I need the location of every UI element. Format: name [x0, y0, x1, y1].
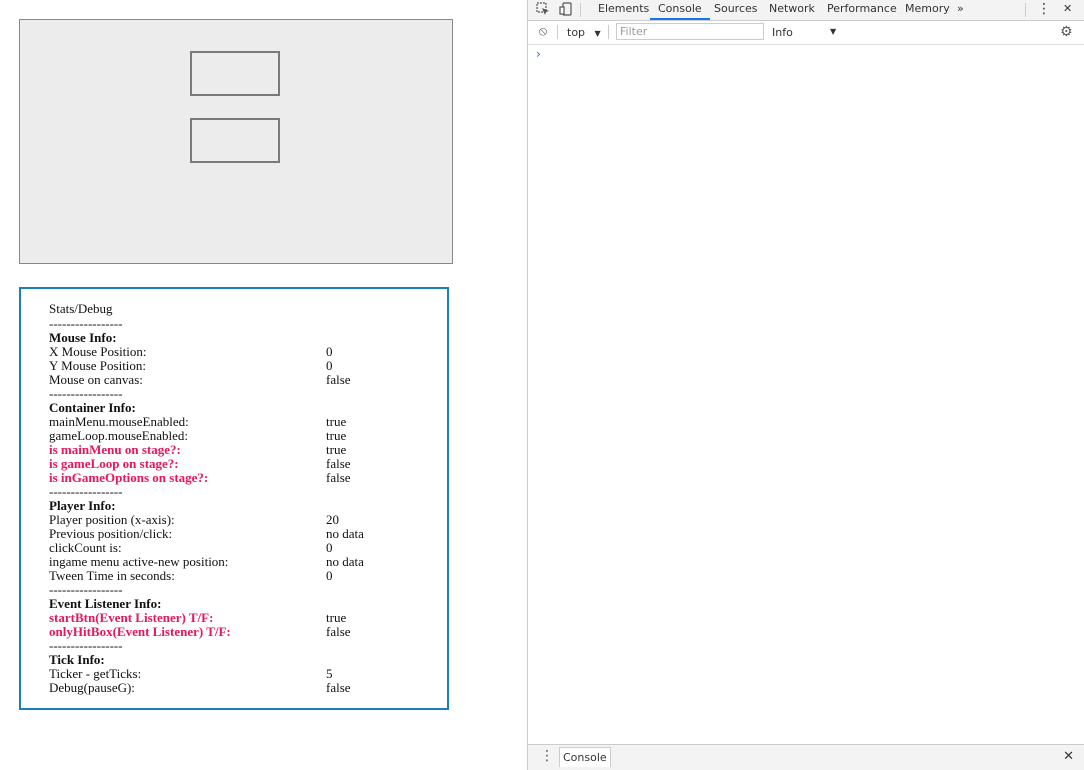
stat-row: mainMenu.mouseEnabled: true [49, 415, 439, 429]
stat-label: clickCount is: [49, 540, 122, 555]
tab-performance[interactable]: Performance [819, 0, 905, 20]
stat-label: X Mouse Position: [49, 344, 147, 359]
separator-line: ----------------- [49, 386, 123, 401]
stat-value: true [326, 610, 347, 625]
stat-label: gameLoop.mouseEnabled: [49, 428, 188, 443]
menu-button-2[interactable] [190, 118, 280, 163]
drawer-tab-console[interactable]: Console [559, 747, 611, 767]
stat-row: Debug(pauseG): false [49, 681, 439, 695]
stat-row: Ticker - getTicks: 5 [49, 667, 439, 681]
stat-row: Mouse on canvas: false [49, 373, 439, 387]
console-filter-input[interactable] [616, 23, 764, 40]
section-heading: Tick Info: [49, 652, 105, 667]
stat-value: false [326, 456, 351, 471]
stat-row: Previous position/click: no data [49, 527, 439, 541]
more-tabs-button[interactable]: » [954, 0, 967, 20]
toolbar-divider [608, 25, 609, 39]
stat-value: no data [326, 526, 364, 541]
tab-elements[interactable]: Elements [590, 0, 657, 20]
stat-row: startBtn(Event Listener) T/F: true [49, 611, 439, 625]
stat-row: is gameLoop on stage?: false [49, 457, 439, 471]
separator-line: ----------------- [49, 582, 123, 597]
stat-value: true [326, 442, 347, 457]
tab-console[interactable]: Console [650, 0, 710, 20]
stat-label: Mouse on canvas: [49, 372, 143, 387]
stat-label: Player position (x-axis): [49, 512, 175, 527]
devtools-tabbar: Elements Console Sources Network Performance… [528, 0, 1084, 21]
tab-sources[interactable]: Sources [706, 0, 766, 20]
stat-label: is inGameOptions on stage?: [49, 470, 209, 485]
console-toolbar: ⦸ top ▼ Info ▼ ⚙ [528, 21, 1084, 45]
stat-label: onlyHitBox(Event Listener) T/F: [49, 624, 231, 639]
context-selector[interactable]: top ▼ [567, 26, 601, 39]
stat-label: mainMenu.mouseEnabled: [49, 414, 189, 429]
stat-row: clickCount is: 0 [49, 541, 439, 555]
stat-label: Y Mouse Position: [49, 358, 147, 373]
stat-value: 0 [326, 358, 333, 373]
devtools-drawer: ⋮ Console ✕ [528, 744, 1084, 770]
stat-value: true [326, 414, 347, 429]
stats-debug-panel: Stats/Debug ----------------- Mouse Info:… [19, 287, 449, 710]
stat-row: ingame menu active-new position: no data [49, 555, 439, 569]
stat-label: is mainMenu on stage?: [49, 442, 181, 457]
console-prompt[interactable]: › [536, 47, 541, 61]
context-label: top [567, 26, 586, 39]
stat-row: is mainMenu on stage?: true [49, 443, 439, 457]
log-level-label[interactable]: Info [772, 26, 793, 39]
drawer-menu-icon[interactable]: ⋮ [540, 748, 554, 764]
game-canvas[interactable] [19, 19, 453, 264]
context-dropdown-icon: ▼ [594, 29, 601, 38]
stat-label: Previous position/click: [49, 526, 173, 541]
device-toolbar-icon[interactable] [559, 2, 573, 16]
stat-row: Player position (x-axis): 20 [49, 513, 439, 527]
stat-row: Y Mouse Position: 0 [49, 359, 439, 373]
separator-line: ----------------- [49, 316, 123, 331]
section-heading: Mouse Info: [49, 330, 117, 345]
clear-console-icon[interactable]: ⦸ [536, 25, 550, 39]
stat-label: is gameLoop on stage?: [49, 456, 179, 471]
tab-network[interactable]: Network [761, 0, 823, 20]
stat-row: X Mouse Position: 0 [49, 345, 439, 359]
toolbar-divider [557, 25, 558, 39]
menu-button-1[interactable] [190, 51, 280, 96]
devtools-close-button[interactable]: ✕ [1060, 0, 1075, 20]
web-page: Stats/Debug ----------------- Mouse Info:… [0, 0, 527, 770]
separator-line: ----------------- [49, 484, 123, 499]
stat-row: is inGameOptions on stage?: false [49, 471, 439, 485]
section-heading: Container Info: [49, 400, 136, 415]
stat-value: 0 [326, 568, 333, 583]
toolbar-divider [1025, 3, 1026, 17]
stat-row: Tween Time in seconds: 0 [49, 569, 439, 583]
stat-value: 0 [326, 344, 333, 359]
stat-label: ingame menu active-new position: [49, 554, 229, 569]
inspect-icon[interactable] [536, 2, 550, 16]
stat-row: onlyHitBox(Event Listener) T/F: false [49, 625, 439, 639]
stat-value: 20 [326, 512, 339, 527]
separator-line: ----------------- [49, 638, 123, 653]
stat-value: false [326, 470, 351, 485]
stat-value: false [326, 372, 351, 387]
devtools-menu-button[interactable]: ⋮ [1034, 0, 1054, 20]
stat-label: Ticker - getTicks: [49, 666, 142, 681]
drawer-close-icon[interactable]: ✕ [1063, 749, 1074, 764]
stat-value: 0 [326, 540, 333, 555]
console-settings-icon[interactable]: ⚙ [1060, 24, 1073, 40]
stat-value: false [326, 624, 351, 639]
stat-label: Tween Time in seconds: [49, 568, 175, 583]
log-level-dropdown-icon[interactable]: ▼ [830, 27, 836, 36]
stat-value: 5 [326, 666, 333, 681]
section-heading: Player Info: [49, 498, 116, 513]
stat-value: no data [326, 554, 364, 569]
tab-memory[interactable]: Memory [897, 0, 958, 20]
stat-label: Debug(pauseG): [49, 680, 135, 695]
stat-label: startBtn(Event Listener) T/F: [49, 610, 214, 625]
devtools-panel: Elements Console Sources Network Performance… [527, 0, 1084, 770]
section-heading: Event Listener Info: [49, 596, 162, 611]
stat-value: false [326, 680, 351, 695]
stats-content: Stats/Debug ----------------- Mouse Info:… [49, 302, 439, 695]
stat-row: gameLoop.mouseEnabled: true [49, 429, 439, 443]
stats-title: Stats/Debug [49, 301, 113, 316]
toolbar-divider [580, 3, 581, 17]
stat-value: true [326, 428, 347, 443]
